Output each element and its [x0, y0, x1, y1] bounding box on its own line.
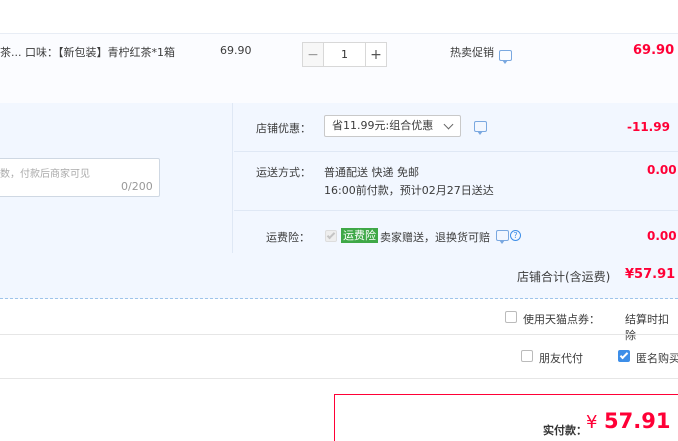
shipping-method: 普通配送 快递 免邮	[324, 166, 419, 179]
insurance-checkbox	[325, 230, 337, 242]
insurance-amount: 0.00	[647, 229, 677, 243]
increase-quantity-button[interactable]: +	[365, 42, 387, 67]
coupon-checkbox[interactable]	[505, 311, 517, 323]
quantity-input[interactable]: 1	[324, 42, 365, 67]
quantity-stepper: − 1 +	[302, 42, 387, 67]
product-sku-text: 茶... 口味：【新包装】青柠红茶*1箱	[0, 46, 175, 59]
message-char-counter: 0/200	[121, 180, 153, 193]
chat-icon[interactable]	[499, 50, 512, 64]
chat-icon[interactable]	[474, 121, 487, 135]
buyer-message-placeholder: 数，付款后商家可见	[0, 169, 90, 180]
currency-symbol: ¥	[586, 412, 598, 433]
coupon-label: 使用天猫点券：	[523, 313, 600, 326]
anonymous-label: 匿名购买	[636, 352, 678, 365]
chevron-down-icon	[443, 119, 454, 130]
insurance-badge: 运费险	[341, 228, 378, 243]
decrease-quantity-button[interactable]: −	[302, 42, 324, 67]
shipping-amount: 0.00	[647, 163, 677, 177]
friend-pay-checkbox[interactable]	[521, 350, 533, 362]
item-subtotal: 69.90	[633, 43, 675, 58]
shop-discount-selected: 省11.99元:组合优惠	[332, 119, 434, 132]
divider	[0, 334, 678, 335]
help-icon[interactable]: ?	[510, 230, 521, 241]
anonymous-checkbox[interactable]	[618, 350, 630, 362]
divider	[0, 378, 678, 379]
promo-label[interactable]: 热卖促销	[450, 44, 494, 60]
friend-pay-label: 朋友代付	[539, 352, 583, 365]
shop-total-label: 店铺合计(含运费)	[517, 270, 611, 284]
shipping-eta: 16:00前付款，预计02月27日送达	[324, 184, 494, 197]
check-icon	[619, 350, 629, 360]
shop-discount-select[interactable]: 省11.99元:组合优惠	[324, 115, 461, 137]
payment-label: 实付款：	[543, 424, 587, 437]
shop-discount-amount: -11.99	[627, 120, 670, 134]
shop-discount-label: 店铺优惠：	[256, 122, 311, 135]
chat-icon[interactable]	[496, 230, 509, 244]
payment-amount: 57.91	[604, 409, 671, 433]
check-icon	[326, 230, 336, 240]
shop-total-amount: ¥57.91	[625, 267, 676, 282]
insurance-text: 卖家赠送，退换货可赔	[380, 231, 490, 244]
coupon-note: 结算时扣除	[625, 313, 669, 342]
unit-price: 69.90	[220, 44, 252, 57]
insurance-label: 运费险：	[266, 231, 310, 244]
shipping-label: 运送方式：	[256, 166, 311, 179]
